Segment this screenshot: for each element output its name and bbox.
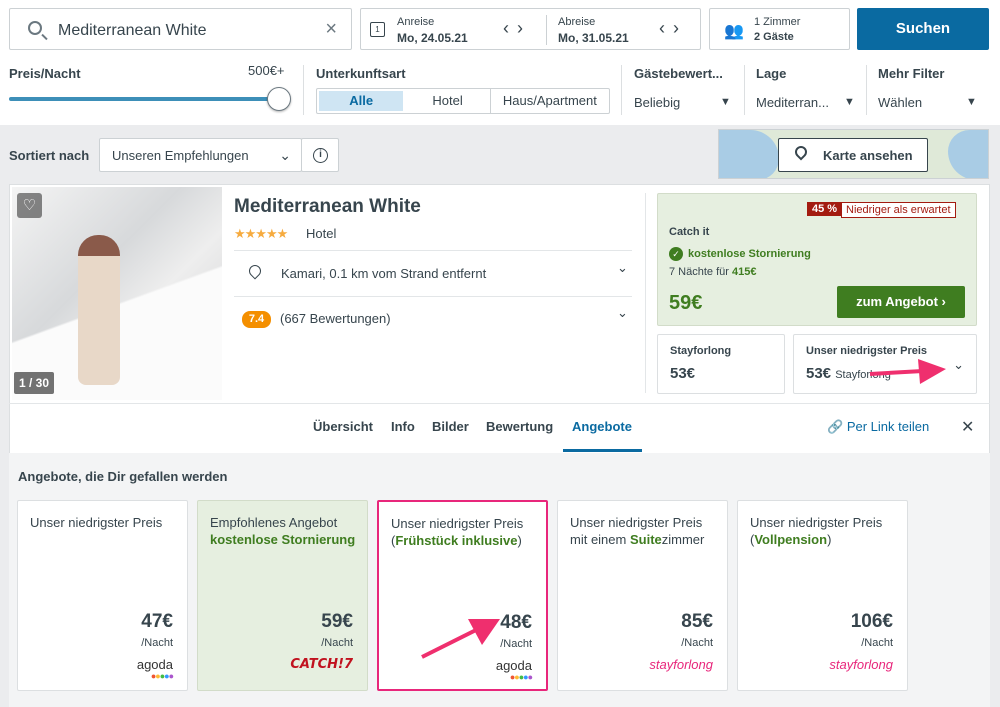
- sort-value: Unseren Empfehlungen: [112, 148, 249, 163]
- type-option-hotel[interactable]: Hotel: [405, 89, 491, 113]
- offers-title: Angebote, die Dir gefallen werden: [18, 469, 228, 484]
- offer-card[interactable]: Unser niedrigster Preis 47€ /Nacht agoda…: [17, 500, 188, 691]
- rating-filter-value[interactable]: Beliebig: [634, 95, 680, 110]
- view-offer-button[interactable]: zum Angebot ›: [837, 286, 965, 318]
- type-filter-segmented: Alle Hotel Haus/Apartment: [316, 88, 610, 114]
- price-slider-track[interactable]: [9, 97, 279, 101]
- chevron-down-icon[interactable]: ⌄: [953, 357, 964, 373]
- chevron-down-icon[interactable]: ▼: [720, 96, 731, 108]
- map-button-label: Karte ansehen: [823, 148, 913, 163]
- tab-offers[interactable]: Angebote: [572, 419, 632, 434]
- price-filter-value: 500€+: [248, 63, 285, 78]
- checkin-value[interactable]: Mo, 24.05.21: [397, 31, 468, 45]
- hotel-type: Hotel: [306, 226, 337, 241]
- tab-reviews[interactable]: Bewertung: [486, 419, 553, 434]
- catch-logo: CATCH!7: [290, 657, 353, 672]
- offer-card-recommended[interactable]: Empfohlenes Angebot kostenlose Stornierun…: [197, 500, 368, 691]
- hotel-name[interactable]: Mediterranean White: [234, 196, 421, 218]
- price-slider-handle[interactable]: [267, 87, 291, 111]
- hotel-photo[interactable]: [12, 187, 222, 400]
- deal-provider: Catch it: [669, 226, 710, 238]
- clear-icon[interactable]: ×: [325, 18, 337, 41]
- review-count[interactable]: (667 Bewertungen): [280, 311, 391, 326]
- share-link[interactable]: 🔗 Per Link teilen: [827, 419, 929, 435]
- chevron-down-icon[interactable]: ⌄: [617, 260, 628, 276]
- nights-total: 7 Nächte für 415€: [669, 266, 757, 278]
- date-picker[interactable]: 1 Anreise Mo, 24.05.21 ‹› Abreise Mo, 31…: [360, 8, 701, 50]
- info-button[interactable]: i: [301, 138, 339, 172]
- close-icon[interactable]: ✕: [961, 417, 974, 437]
- map-pin-icon: [792, 143, 810, 161]
- star-rating: ★★★★★: [234, 226, 288, 241]
- check-icon: ✓: [669, 247, 683, 261]
- more-filter-value[interactable]: Wählen: [878, 95, 922, 110]
- agoda-logo: agoda ●●●●●: [136, 657, 174, 681]
- alt-price-stayforlong[interactable]: Stayforlong 53€: [657, 334, 785, 394]
- offer-card-highlighted[interactable]: Unser niedrigster Preis (Frühstück inklus…: [377, 500, 548, 691]
- hotel-location: Kamari, 0.1 km vom Strand entfernt: [281, 266, 487, 281]
- checkout-value[interactable]: Mo, 31.05.21: [558, 31, 629, 45]
- guests-count: 2 Gäste: [754, 31, 794, 43]
- sort-label: Sortiert nach: [9, 148, 90, 163]
- tab-overview[interactable]: Übersicht: [313, 419, 373, 434]
- annotation-arrow: [421, 619, 500, 659]
- annotation-arrow: [869, 359, 946, 384]
- stayforlong-logo: stayforlong: [649, 657, 713, 672]
- tab-pictures[interactable]: Bilder: [432, 419, 469, 434]
- active-tab-indicator: [563, 449, 642, 452]
- tab-info[interactable]: Info: [391, 419, 415, 434]
- sort-select[interactable]: Unseren Empfehlungen ⌄: [99, 138, 302, 172]
- checkin-label: Anreise: [397, 16, 435, 28]
- guests-selector[interactable]: 👥 1 Zimmer 2 Gäste: [709, 8, 850, 50]
- location-filter-label: Lage: [756, 66, 787, 81]
- type-option-apartment[interactable]: Haus/Apartment: [491, 89, 609, 113]
- people-icon: 👥: [724, 23, 744, 40]
- location-filter-value[interactable]: Mediterran...: [756, 95, 829, 110]
- type-option-all[interactable]: Alle: [319, 91, 404, 111]
- checkout-arrows[interactable]: ‹›: [659, 18, 687, 39]
- type-filter-label: Unterkunftsart: [316, 66, 406, 81]
- rooms-count: 1 Zimmer: [754, 16, 801, 28]
- link-icon: 🔗: [827, 419, 844, 434]
- info-icon: i: [313, 148, 328, 163]
- checkout-label: Abreise: [558, 16, 596, 28]
- checkin-arrows[interactable]: ‹›: [503, 18, 531, 39]
- photo-counter: 1 / 30: [14, 372, 54, 394]
- chevron-down-icon: ⌄: [279, 147, 291, 163]
- search-query: Mediterranean White: [58, 22, 207, 39]
- more-filter-label: Mehr Filter: [878, 66, 945, 81]
- offer-card[interactable]: Unser niedrigster Preis mit einem Suitezi…: [557, 500, 728, 691]
- stayforlong-logo: stayforlong: [829, 657, 893, 672]
- lower-than-expected-badge: Niedriger als erwartet: [841, 202, 956, 218]
- agoda-logo: agoda ●●●●●: [495, 658, 533, 682]
- price-filter-label: Preis/Nacht: [9, 66, 81, 81]
- chevron-down-icon[interactable]: ▼: [966, 96, 977, 108]
- heart-icon[interactable]: ♡: [17, 193, 42, 218]
- discount-badge: 45 %: [807, 202, 843, 216]
- rating-filter-label: Gästebewert...: [634, 66, 723, 81]
- rating-badge: 7.4: [242, 311, 271, 328]
- chevron-down-icon[interactable]: ▼: [844, 96, 855, 108]
- offer-card[interactable]: Unser niedrigster Preis (Vollpension) 106…: [737, 500, 908, 691]
- search-icon: [28, 21, 42, 35]
- deal-price: 59€: [669, 292, 703, 314]
- search-button[interactable]: Suchen: [857, 8, 989, 50]
- search-input[interactable]: Mediterranean White ×: [9, 8, 352, 50]
- calendar-icon: 1: [370, 22, 385, 37]
- chevron-down-icon[interactable]: ⌄: [617, 305, 628, 321]
- free-cancellation: kostenlose Stornierung: [688, 248, 811, 260]
- map-button[interactable]: Karte ansehen: [778, 138, 928, 172]
